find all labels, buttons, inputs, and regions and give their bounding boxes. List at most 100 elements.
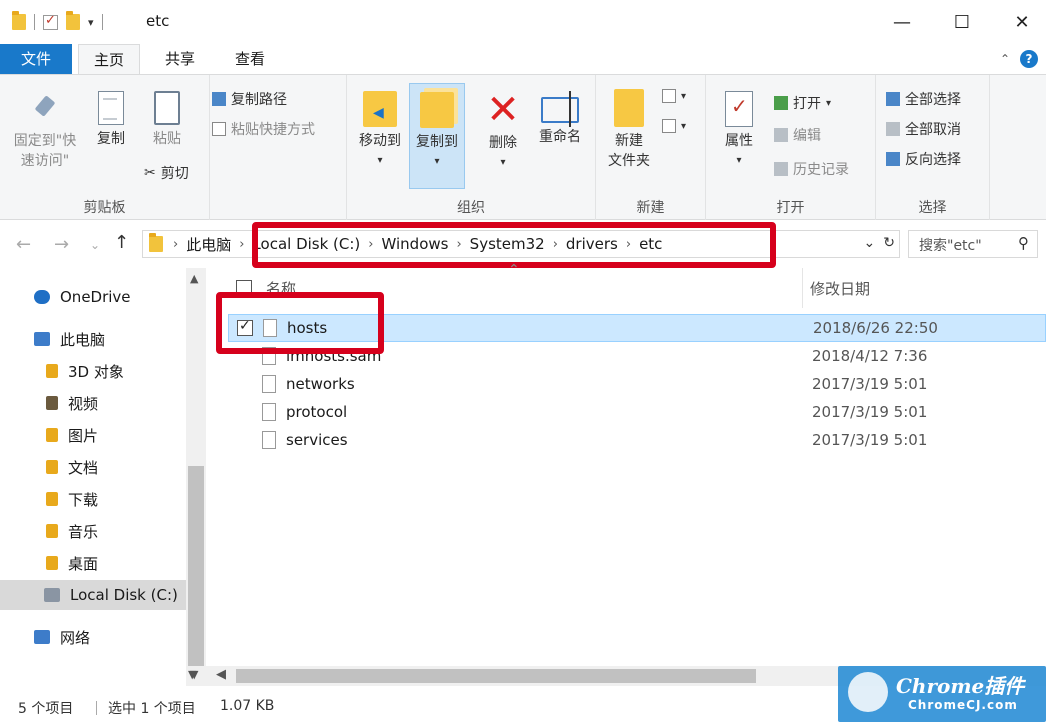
nav-item-network[interactable]: 网络	[0, 622, 186, 652]
properties-button[interactable]: 属性 ▾	[714, 91, 764, 171]
chevron-down-icon[interactable]: ▼	[188, 668, 196, 681]
nav-item-desktop[interactable]: 桌面	[0, 548, 186, 578]
move-to-icon	[363, 91, 397, 127]
chevron-left-icon[interactable]: ◀	[216, 667, 226, 682]
rename-button[interactable]: 重命名	[531, 91, 589, 147]
ribbon-tabs: 文件 主页 共享 查看	[0, 44, 1046, 74]
nav-scrollbar[interactable]: ▲ ▼	[186, 268, 206, 686]
nav-item-onedrive[interactable]: OneDrive	[0, 282, 186, 312]
chevron-up-icon[interactable]: ▲	[190, 272, 198, 285]
group-open: 属性 ▾ 打开 ▾ 编辑 历史记录 打开	[706, 75, 876, 221]
chevron-down-icon[interactable]: ⌄	[864, 235, 876, 251]
back-icon[interactable]: ←	[16, 234, 31, 255]
easy-access-icon	[662, 119, 676, 133]
pin-label-line2: 速访问"	[20, 153, 70, 169]
cut-button[interactable]: ✂ 剪切	[144, 163, 189, 183]
chevron-up-icon[interactable]: ⌃	[1000, 52, 1010, 66]
copy-path-button[interactable]: 复制路径	[212, 89, 287, 109]
column-header-date-label: 修改日期	[810, 279, 871, 298]
cut-label: 剪切	[160, 166, 189, 182]
file-icon	[262, 375, 276, 393]
search-input[interactable]: 搜索"etc" ⚲	[908, 230, 1038, 258]
paste-icon	[154, 91, 180, 125]
up-icon[interactable]: ↑	[114, 232, 129, 253]
nav-item-documents[interactable]: 文档	[0, 452, 186, 482]
open-button[interactable]: 打开 ▾	[774, 93, 831, 113]
row-checkbox[interactable]	[236, 376, 252, 392]
table-row[interactable]: networks 2017/3/19 5:01	[228, 370, 1046, 398]
close-button[interactable]: ✕	[992, 0, 1046, 44]
edit-button[interactable]: 编辑	[774, 125, 821, 145]
minimize-button[interactable]: —	[872, 0, 932, 44]
new-folder-label-line1: 新建	[615, 133, 643, 149]
paste-shortcut-button[interactable]: 粘贴快捷方式	[212, 119, 315, 139]
copy-to-button[interactable]: 复制到 ▾	[409, 83, 465, 189]
delete-icon: ✕	[486, 87, 520, 133]
chevron-down-icon: ▾	[434, 156, 440, 167]
nav-item-3d-objects[interactable]: 3D 对象	[0, 356, 186, 386]
refresh-icon[interactable]: ↻	[883, 235, 895, 251]
invert-selection-button[interactable]: 反向选择	[886, 149, 961, 169]
column-divider[interactable]	[802, 268, 803, 308]
chevron-right-icon: ›	[173, 236, 179, 252]
new-folder-button[interactable]: 新建 文件夹	[602, 89, 656, 171]
scrollbar-thumb[interactable]	[188, 466, 204, 666]
chevron-down-icon: ▾	[377, 155, 383, 166]
properties-icon	[725, 91, 753, 127]
nav-item-downloads[interactable]: 下载	[0, 484, 186, 514]
downloads-icon	[46, 492, 58, 506]
maximize-button[interactable]: ☐	[932, 0, 992, 44]
nav-item-videos[interactable]: 视频	[0, 388, 186, 418]
properties-label: 属性	[725, 133, 753, 149]
navigation-pane: OneDrive 此电脑 3D 对象 视频 图片 文档 下载 音乐 桌面 Loc…	[0, 268, 186, 686]
nav-item-music[interactable]: 音乐	[0, 516, 186, 546]
video-icon	[46, 396, 58, 410]
new-folder-icon[interactable]	[66, 11, 80, 30]
tab-share[interactable]: 共享	[150, 44, 210, 74]
group-organize: 移动到 ▾ 复制到 ▾ ✕ 删除 ▾ 重命名 组织	[346, 75, 596, 221]
window-title: etc	[146, 12, 170, 30]
scrollbar-thumb[interactable]	[236, 669, 756, 683]
selected-count: 选中 1 个项目	[108, 701, 196, 717]
file-date: 2017/3/19 5:01	[812, 375, 928, 393]
paste-button[interactable]: 粘贴	[144, 91, 190, 149]
file-name: protocol	[286, 403, 348, 421]
nav-item-local-disk[interactable]: Local Disk (C:)	[0, 580, 186, 610]
invert-selection-icon	[886, 152, 900, 166]
select-all-icon	[886, 92, 900, 106]
file-icon	[262, 431, 276, 449]
select-all-label: 全部选择	[905, 92, 961, 108]
tab-file[interactable]: 文件	[0, 44, 72, 74]
chevron-down-icon: ▾	[826, 97, 832, 109]
tab-view[interactable]: 查看	[220, 44, 280, 74]
easy-access-button[interactable]: ▾	[662, 119, 686, 133]
select-all-button[interactable]: 全部选择	[886, 89, 961, 109]
select-none-button[interactable]: 全部取消	[886, 119, 961, 139]
tab-home[interactable]: 主页	[78, 44, 140, 74]
forward-icon[interactable]: →	[54, 234, 69, 255]
history-button[interactable]: 历史记录	[774, 159, 849, 179]
folder-icon	[12, 11, 26, 30]
customize-toolbar-icon[interactable]: ▾	[88, 16, 94, 29]
breadcrumb-item[interactable]: 此电脑	[186, 234, 231, 255]
copy-to-label: 复制到	[416, 134, 458, 150]
watermark-subtitle: ChromeCJ.com	[908, 698, 1018, 712]
documents-icon	[46, 460, 58, 474]
pin-quick-access-button[interactable]: 固定到"快 速访问"	[6, 97, 84, 171]
copy-button[interactable]: 复制	[88, 91, 134, 149]
row-checkbox[interactable]	[236, 432, 252, 448]
table-row[interactable]: services 2017/3/19 5:01	[228, 426, 1046, 454]
delete-button[interactable]: ✕ 删除 ▾	[479, 87, 527, 173]
properties-icon[interactable]	[43, 13, 58, 30]
help-icon[interactable]: ?	[1020, 50, 1038, 68]
column-header-date[interactable]: 修改日期	[810, 268, 1010, 308]
nav-item-this-pc[interactable]: 此电脑	[0, 324, 186, 354]
nav-item-pictures[interactable]: 图片	[0, 420, 186, 450]
row-checkbox[interactable]	[236, 404, 252, 420]
move-to-button[interactable]: 移动到 ▾	[353, 91, 407, 171]
history-icon	[774, 162, 788, 176]
drive-icon	[44, 588, 60, 602]
table-row[interactable]: protocol 2017/3/19 5:01	[228, 398, 1046, 426]
recent-locations-icon[interactable]: ⌄	[90, 238, 100, 252]
new-item-button[interactable]: ▾	[662, 89, 686, 103]
